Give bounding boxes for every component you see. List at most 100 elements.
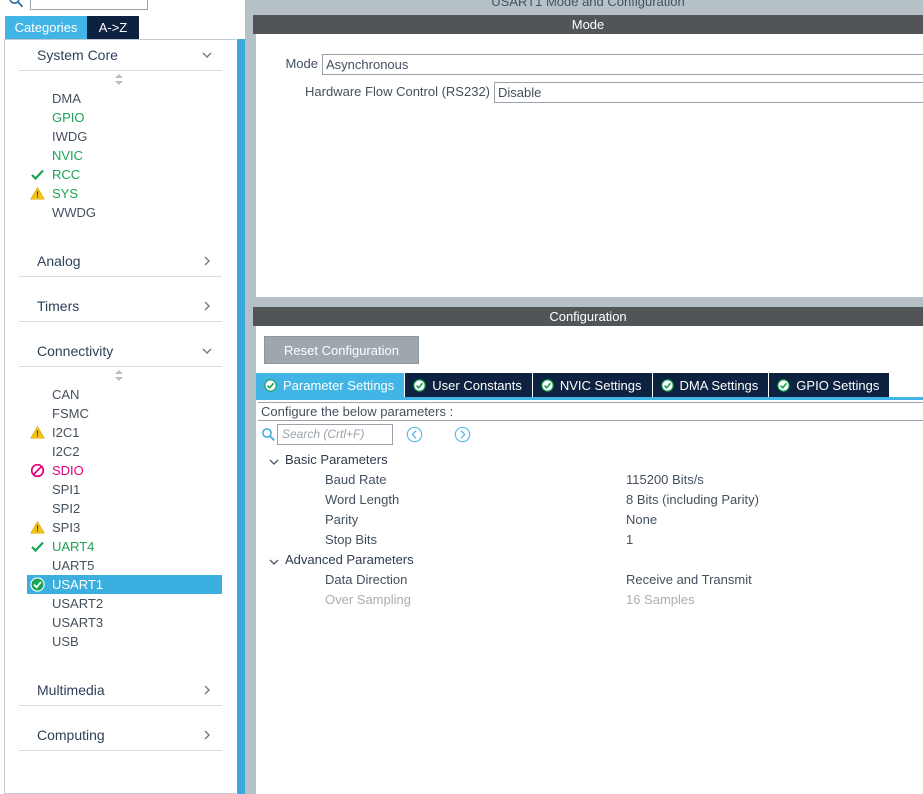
tab-user-constants[interactable]: User Constants [405, 373, 533, 397]
list-item[interactable]: USART3 [5, 613, 236, 632]
reset-configuration-button[interactable]: Reset Configuration [264, 336, 419, 364]
sidebar-group-system-core[interactable]: System Core [19, 40, 222, 71]
tab-label: Parameter Settings [283, 377, 395, 393]
sidebar-scrollbar-inner[interactable] [237, 39, 245, 794]
chevron-down-icon[interactable] [200, 344, 214, 358]
tab-a-to-z[interactable]: A->Z [87, 16, 139, 39]
gear-icon[interactable] [222, 0, 242, 2]
mode-dropdown-flow-control[interactable]: Disable [494, 82, 923, 103]
chevron-right-icon[interactable] [200, 254, 214, 268]
param-row-stop-bits[interactable]: Stop Bits 1 [258, 530, 923, 550]
tab-label: DMA Settings [679, 377, 759, 393]
group-resize-grip[interactable] [5, 71, 236, 89]
prev-arrow-icon[interactable] [406, 426, 423, 443]
chevron-right-icon[interactable] [200, 683, 214, 697]
list-item[interactable]: I2C2 [5, 442, 236, 461]
tab-label: GPIO Settings [796, 377, 880, 393]
item-label: SPI3 [52, 520, 81, 535]
item-label: USART2 [52, 596, 104, 611]
next-arrow-icon[interactable] [454, 426, 471, 443]
chevron-right-icon[interactable] [200, 299, 214, 313]
sidebar-list-system-core: DMA GPIO IWDG NVIC RCC SYS WWDG [5, 89, 236, 232]
list-item[interactable]: SPI1 [5, 480, 236, 499]
item-label: USB [52, 634, 79, 649]
param-value[interactable]: 1 [626, 530, 633, 550]
tab-label: User Constants [432, 377, 522, 393]
item-label: I2C2 [52, 444, 80, 459]
list-item[interactable]: WWDG [5, 203, 236, 222]
list-item[interactable]: RCC [5, 165, 236, 184]
chevron-down-icon[interactable] [268, 454, 280, 466]
param-row-word-length[interactable]: Word Length 8 Bits (including Parity) [258, 490, 923, 510]
mode-row-mode: Mode Asynchronous [282, 54, 923, 75]
list-item[interactable]: UART5 [5, 556, 236, 575]
item-label: UART5 [52, 558, 95, 573]
tab-gpio-settings[interactable]: GPIO Settings [769, 373, 891, 397]
sidebar-scroll-panel: System Core DMA GPIO IWDG NVIC RCC SYS W… [4, 39, 236, 794]
chevron-down-icon[interactable] [200, 48, 214, 62]
list-item[interactable]: GPIO [5, 108, 236, 127]
sidebar-group-computing[interactable]: Computing [19, 720, 222, 751]
group-label: Connectivity [37, 343, 114, 359]
list-item[interactable]: USB [5, 632, 236, 651]
list-item[interactable]: NVIC [5, 146, 236, 165]
sidebar-group-connectivity[interactable]: Connectivity [19, 336, 222, 367]
list-item[interactable]: CAN [5, 385, 236, 404]
tab-nvic-settings[interactable]: NVIC Settings [532, 373, 653, 397]
param-row-data-direction[interactable]: Data Direction Receive and Transmit [258, 570, 923, 590]
warning-icon [30, 520, 45, 535]
check-circle-icon [30, 577, 45, 592]
param-name: Word Length [325, 492, 400, 507]
list-item[interactable]: SPI3 [5, 518, 236, 537]
param-row-baud-rate[interactable]: Baud Rate 115200 Bits/s [258, 470, 923, 490]
param-value[interactable]: None [626, 510, 657, 530]
warning-icon [30, 186, 45, 201]
list-item[interactable]: SYS [5, 184, 236, 203]
check-circle-icon [541, 378, 554, 392]
config-band-label: Configuration [549, 309, 627, 324]
item-label: SYS [52, 186, 79, 201]
list-item[interactable]: USART2 [5, 594, 236, 613]
list-item[interactable]: SDIO [5, 461, 236, 480]
list-item[interactable]: IWDG [5, 127, 236, 146]
param-row-parity[interactable]: Parity None [258, 510, 923, 530]
param-group-advanced-parameters[interactable]: Advanced Parameters [258, 550, 923, 570]
list-item[interactable]: I2C1 [5, 423, 236, 442]
configuration-tabstrip: Parameter Settings User Constants NVIC S… [256, 373, 923, 397]
tab-dma-settings[interactable]: DMA Settings [652, 373, 770, 397]
sidebar-group-analog[interactable]: Analog [19, 246, 222, 277]
flow-control-label: Hardware Flow Control (RS232) [305, 84, 490, 99]
param-name: Baud Rate [325, 472, 387, 487]
param-group-basic-parameters[interactable]: Basic Parameters [258, 450, 923, 470]
param-name: Stop Bits [325, 532, 378, 547]
param-value[interactable]: Receive and Transmit [626, 570, 752, 590]
item-label: FSMC [52, 406, 89, 421]
param-value[interactable]: 115200 Bits/s [626, 470, 704, 490]
mode-dropdown-mode[interactable]: Asynchronous [322, 54, 923, 75]
sidebar-search-input[interactable] [30, 0, 148, 10]
list-item[interactable]: UART4 [5, 537, 236, 556]
tab-parameter-settings[interactable]: Parameter Settings [256, 373, 406, 397]
param-name: Data Direction [325, 572, 408, 587]
check-icon [30, 167, 45, 182]
list-item[interactable]: SPI2 [5, 499, 236, 518]
check-circle-icon [660, 378, 674, 392]
chevron-right-icon[interactable] [200, 728, 214, 742]
parameter-search-input[interactable]: Search (Crtl+F) [277, 424, 393, 445]
item-label: WWDG [52, 205, 97, 220]
group-label: Multimedia [37, 682, 105, 698]
group-label: Timers [37, 298, 80, 314]
chevron-down-icon[interactable] [268, 554, 280, 566]
sidebar-item-usart1[interactable]: USART1 [27, 575, 222, 594]
group-resize-grip[interactable] [5, 367, 236, 385]
sidebar-scrollbar-outer[interactable] [245, 0, 253, 794]
sidebar-list-connectivity: CAN FSMC I2C1 I2C2 SDIO SPI1 SPI2 SPI3 U… [5, 385, 236, 661]
item-label: USART3 [52, 615, 104, 630]
sidebar-group-multimedia[interactable]: Multimedia [19, 675, 222, 706]
param-value[interactable]: 8 Bits (including Parity) [626, 490, 759, 510]
list-item[interactable]: FSMC [5, 404, 236, 423]
sidebar-group-timers[interactable]: Timers [19, 291, 222, 322]
divider [5, 706, 236, 720]
list-item[interactable]: DMA [5, 89, 236, 108]
tab-categories[interactable]: Categories [5, 16, 87, 39]
